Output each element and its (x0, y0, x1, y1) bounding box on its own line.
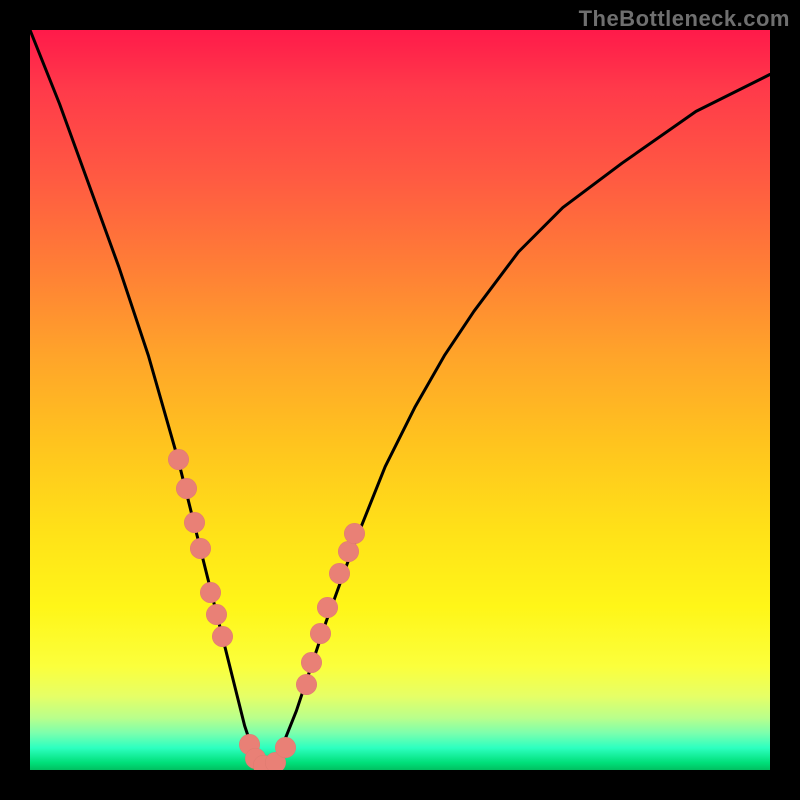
data-marker (206, 604, 227, 625)
data-marker (275, 737, 296, 758)
curve-svg (30, 30, 770, 770)
data-marker (338, 541, 359, 562)
data-marker (190, 538, 211, 559)
bottleneck-curve (30, 30, 770, 766)
chart-frame: TheBottleneck.com (0, 0, 800, 800)
data-marker (317, 597, 338, 618)
data-marker (168, 449, 189, 470)
data-marker (301, 652, 322, 673)
data-marker (200, 582, 221, 603)
watermark-text: TheBottleneck.com (579, 6, 790, 32)
data-marker (310, 623, 331, 644)
plot-area (30, 30, 770, 770)
data-marker (344, 523, 365, 544)
data-marker (184, 512, 205, 533)
